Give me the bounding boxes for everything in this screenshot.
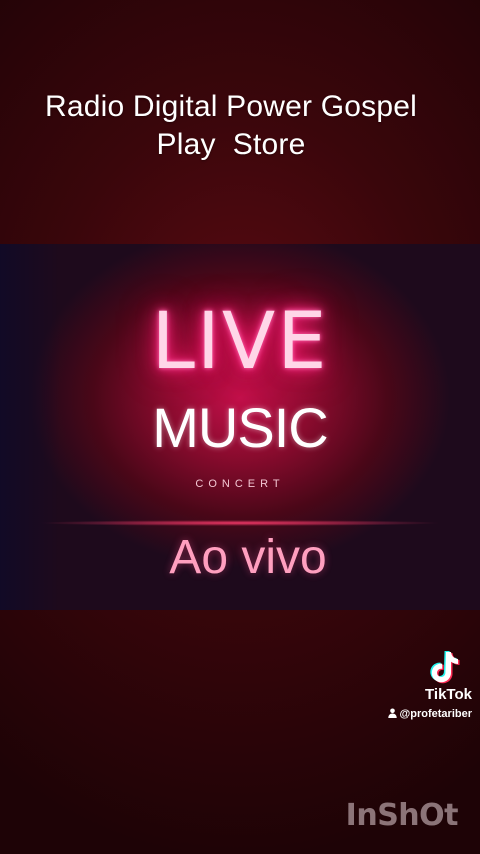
video-title: Radio Digital Power Gospel Play Store xyxy=(0,88,462,164)
title-line-2: Play Store xyxy=(156,128,306,161)
user-icon xyxy=(387,708,397,718)
neon-live-text: LIVE xyxy=(151,297,329,387)
tiktok-label: TikTok xyxy=(425,686,472,703)
music-text: MUSIC xyxy=(152,396,328,459)
tiktok-watermark: TikTok @profetariber xyxy=(332,648,472,721)
concert-text: CONCERT xyxy=(195,478,285,490)
title-line-1: Radio Digital Power Gospel xyxy=(44,90,418,123)
tiktok-logo-icon xyxy=(430,651,460,684)
inshot-watermark: InShOt xyxy=(345,798,459,833)
username-text: @profetariber xyxy=(399,708,472,720)
tiktok-username: @profetariber xyxy=(332,707,472,721)
ao-vivo-caption: Ao vivo xyxy=(169,531,327,584)
video-frame: Radio Digital Power Gospel Play Store LI… xyxy=(0,0,480,854)
live-music-banner: LIVE MUSIC CONCERT Ao vivo xyxy=(0,244,480,610)
